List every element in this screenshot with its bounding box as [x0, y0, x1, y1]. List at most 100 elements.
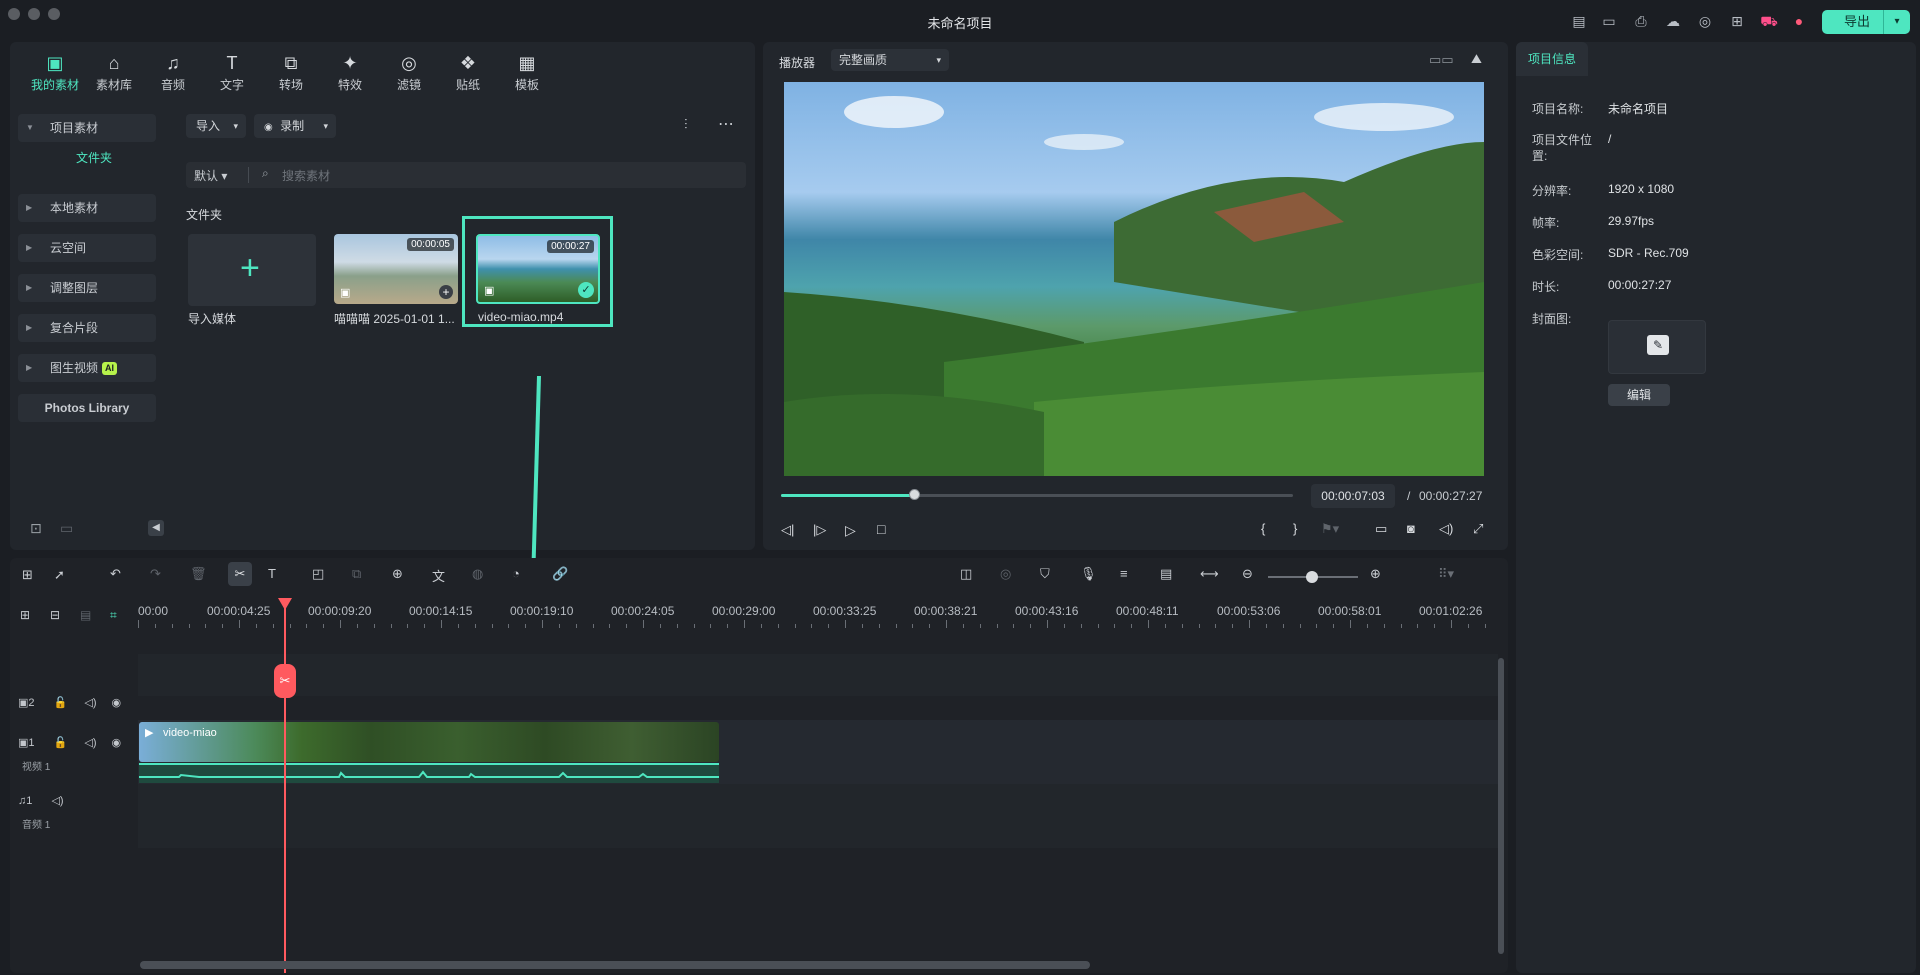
split-marker-icon[interactable]: ✂	[274, 664, 296, 698]
zoom-slider-handle[interactable]	[1306, 571, 1318, 583]
sidebar-item-local-media[interactable]: ▶ 本地素材	[18, 194, 156, 222]
mark-in-icon[interactable]: {	[1261, 521, 1265, 536]
transform-icon[interactable]: ⧉	[352, 566, 361, 582]
tab-transition[interactable]: ⧉ 转场	[262, 50, 320, 93]
support-icon[interactable]: ◎	[1696, 12, 1714, 30]
add-track-icon[interactable]: ⊞	[20, 608, 30, 622]
sidebar-item-folder[interactable]: 文件夹	[76, 144, 112, 172]
cover-thumbnail[interactable]: ✎	[1608, 320, 1706, 374]
zoom-in-icon[interactable]: ⊕	[1370, 566, 1381, 582]
tab-effects[interactable]: ✦ 特效	[321, 50, 379, 93]
prev-frame-icon[interactable]: ◁|	[781, 522, 794, 538]
horizontal-scrollbar[interactable]	[140, 961, 1090, 969]
ai-tool-icon[interactable]: ◫	[960, 566, 972, 582]
filter-sort-icon[interactable]: ⫶	[684, 116, 688, 133]
snapshot-icon[interactable]: ◙	[1407, 521, 1415, 536]
eye-icon[interactable]: ◉	[112, 737, 122, 749]
playhead[interactable]	[284, 602, 286, 973]
tab-library[interactable]: ⌂ 素材库	[85, 50, 143, 93]
step-back-icon[interactable]: |▷	[813, 522, 826, 538]
sticker-tool-icon[interactable]: ⊕	[392, 566, 403, 582]
subtitle-icon[interactable]: ≡	[1120, 566, 1128, 581]
marker-icon[interactable]: ⚑▾	[1321, 521, 1339, 537]
crop-icon[interactable]: ◰	[312, 566, 324, 582]
mute-icon[interactable]: ◁)	[84, 737, 96, 749]
progress-handle[interactable]	[909, 489, 921, 500]
undo-icon[interactable]: ↶	[110, 566, 121, 582]
import-media-tile[interactable]: +	[188, 234, 316, 306]
track-options-icon[interactable]: ⠿▾	[1438, 566, 1454, 582]
tab-project-info[interactable]: 项目信息	[1516, 42, 1588, 76]
import-button[interactable]: 导入 ▾	[186, 114, 246, 138]
add-to-timeline-icon[interactable]: +	[439, 285, 453, 299]
sidebar-item-cloud[interactable]: ▶ 云空间	[18, 234, 156, 262]
playback-progress[interactable]	[781, 489, 1293, 500]
cloud-upload-icon[interactable]: ☁	[1664, 12, 1682, 30]
sidebar-item-compound-clip[interactable]: ▶ 复合片段	[18, 314, 156, 342]
fullscreen-icon[interactable]: ⤢	[1473, 521, 1483, 537]
split-icon[interactable]: ✂	[228, 562, 252, 586]
zoom-slider[interactable]	[1268, 571, 1358, 583]
export-button[interactable]: 导出 ▾	[1822, 10, 1910, 34]
redo-icon[interactable]: ↷	[150, 566, 161, 582]
folder-icon[interactable]: ▭	[60, 520, 73, 537]
tab-audio[interactable]: ♫ 音频	[144, 50, 202, 93]
vertical-scrollbar[interactable]	[1498, 658, 1504, 954]
tab-my-media[interactable]: ▣ 我的素材	[26, 50, 84, 93]
export-dropdown-icon[interactable]: ▾	[1883, 10, 1910, 34]
save-icon[interactable]: ⎙	[1632, 12, 1650, 30]
cart-icon[interactable]: ⛟	[1760, 12, 1778, 30]
layout-icon[interactable]: ▭	[1600, 12, 1618, 30]
color-icon[interactable]: ◍	[472, 566, 483, 582]
sidebar-item-photos-library[interactable]: Photos Library	[18, 394, 156, 422]
delete-icon[interactable]: 🗑	[190, 566, 207, 582]
apps-grid-icon[interactable]: ⊞	[1728, 12, 1746, 30]
mark-out-icon[interactable]: }	[1293, 521, 1297, 536]
preview-render-icon[interactable]: ▤	[1160, 566, 1172, 582]
video-preview[interactable]	[784, 82, 1484, 476]
compare-view-icon[interactable]: ▭▭	[1429, 52, 1454, 68]
eye-icon[interactable]: ◉	[112, 697, 122, 709]
select-tool-icon[interactable]: ➚	[54, 567, 65, 583]
clip-audio-waveform[interactable]	[139, 763, 719, 783]
video-clip[interactable]: ▶ video-miao	[139, 722, 719, 762]
scopes-icon[interactable]: ⛰	[1471, 51, 1482, 67]
collapse-track-icon[interactable]: ▤	[80, 608, 91, 622]
search-input[interactable]	[280, 162, 724, 190]
sort-dropdown[interactable]: 默认 ▾	[194, 167, 227, 184]
quality-select[interactable]: 完整画质 ▾	[831, 49, 949, 71]
microphone-icon[interactable]: 🎙	[1080, 566, 1097, 582]
speed-icon[interactable]: ◔	[512, 566, 520, 581]
tab-sticker[interactable]: ❖ 贴纸	[439, 50, 497, 93]
display-icon[interactable]: ▭	[1375, 521, 1387, 537]
edit-cover-button[interactable]: 编辑	[1608, 384, 1670, 406]
new-folder-icon[interactable]: ⊡	[30, 520, 42, 537]
render-icon[interactable]: ◎	[1000, 566, 1011, 582]
sidebar-item-project-media[interactable]: ▼ 项目素材	[18, 114, 156, 142]
media-thumb-2[interactable]: 00:00:27 ▣ ✓	[476, 234, 600, 304]
play-icon[interactable]: ▷	[845, 522, 856, 539]
more-icon[interactable]: ⋯	[718, 114, 734, 134]
snap-icon[interactable]: ⌗	[110, 608, 117, 623]
link-icon[interactable]: 🔗	[552, 566, 568, 582]
mask-icon[interactable]: ⛉	[1040, 566, 1050, 582]
account-icon[interactable]: ●	[1790, 12, 1808, 30]
lock-icon[interactable]: 🔓	[54, 737, 68, 749]
volume-icon[interactable]: ◁)	[1439, 521, 1453, 537]
current-time[interactable]: 00:00:07:03	[1311, 484, 1395, 508]
zoom-out-icon[interactable]: ⊖	[1242, 566, 1253, 582]
project-settings-icon[interactable]: ▤	[1570, 12, 1588, 30]
ai-translate-icon[interactable]: 文	[432, 566, 445, 585]
mute-icon[interactable]: ◁)	[84, 697, 96, 709]
tab-template[interactable]: ▦ 模板	[498, 50, 556, 93]
lock-icon[interactable]: 🔓	[54, 697, 68, 709]
fit-icon[interactable]: ⟷	[1200, 566, 1219, 582]
link-track-icon[interactable]: ⊟	[50, 608, 60, 622]
media-thumb-1[interactable]: 00:00:05 ▣ +	[334, 234, 458, 304]
sidebar-item-adjust-layer[interactable]: ▶ 调整图层	[18, 274, 156, 302]
tab-filter[interactable]: ◎ 滤镜	[380, 50, 438, 93]
time-ruler[interactable]: 00:00 00:00:04:25 00:00:09:20 00:00:14:15 00…	[138, 598, 1498, 634]
text-tool-icon[interactable]: T	[268, 566, 276, 581]
tab-text[interactable]: T 文字	[203, 50, 261, 93]
layout-grid-icon[interactable]: ⊞	[22, 567, 33, 583]
